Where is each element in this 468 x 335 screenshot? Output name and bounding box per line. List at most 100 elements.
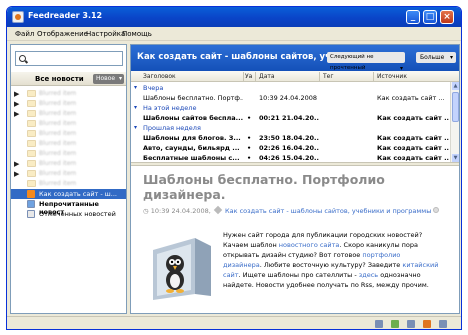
- article-text: . Ищете шаблоны про сателлиты -: [238, 271, 359, 279]
- folder-icon: [27, 150, 36, 157]
- title-bar[interactable]: Feedreader 3.12 _ □ ×: [7, 7, 461, 27]
- article-text: . Любите восточную культуру? Заведите: [259, 261, 403, 269]
- maximize-button[interactable]: □: [423, 10, 437, 24]
- tree-item-label: Blurred item: [39, 170, 77, 177]
- folder-icon: [27, 120, 36, 127]
- tree-item-label: Blurred item: [39, 150, 77, 157]
- group-collapse-icon[interactable]: ▾: [134, 104, 137, 111]
- expand-arrow-icon[interactable]: ▶: [14, 100, 19, 108]
- news-flag: •: [247, 114, 252, 122]
- group-collapse-icon[interactable]: ▾: [134, 84, 137, 91]
- content-panel: Как создать сайт - шаблоны сайтов, уч Сл…: [130, 44, 460, 314]
- tree-item[interactable]: ▶ Blurred item: [11, 109, 126, 119]
- expand-arrow-icon[interactable]: ▶: [14, 90, 19, 98]
- column-separator[interactable]: [373, 72, 374, 81]
- mode-select[interactable]: Новое: [93, 74, 124, 84]
- article-body: Нужен сайт города для публикации городск…: [223, 230, 441, 290]
- next-unread-button[interactable]: Следующий не прочтенный: [327, 52, 405, 74]
- app-icon: [12, 11, 24, 23]
- folder-icon: [27, 110, 36, 117]
- article-time: 10:39 24.04.2008,: [150, 207, 211, 215]
- scroll-up-icon[interactable]: ▲: [452, 82, 459, 90]
- star-icon[interactable]: [433, 207, 439, 213]
- menu-view[interactable]: Отображение: [37, 30, 88, 38]
- window-title: Feedreader 3.12: [28, 11, 103, 20]
- news-date: 02:26 16.04.20...: [259, 144, 319, 152]
- minimize-button[interactable]: _: [406, 10, 420, 24]
- tree-item[interactable]: ▶ Blurred item: [11, 89, 126, 99]
- tree-item[interactable]: Blurred item: [11, 119, 126, 129]
- news-date: 23:50 18.04.20...: [259, 134, 319, 142]
- expand-arrow-icon[interactable]: ▶: [14, 170, 19, 178]
- folder-icon: [27, 140, 36, 147]
- feeds-header: Все новости Новое: [11, 72, 126, 86]
- expand-arrow-icon[interactable]: ▶: [14, 110, 19, 118]
- article-link[interactable]: новостного сайта: [279, 241, 340, 249]
- tree-item-label: Blurred item: [39, 140, 77, 147]
- news-title: Шаблоны сайтов беспла...: [143, 114, 243, 122]
- news-row[interactable]: Авто, саунды, бильярд ... • 02:26 16.04.20…: [131, 144, 449, 153]
- column-separator[interactable]: [243, 72, 244, 81]
- col-flag[interactable]: Уа: [245, 73, 252, 80]
- scroll-down-icon[interactable]: ▼: [452, 154, 459, 162]
- group-collapse-icon[interactable]: ▾: [134, 124, 137, 131]
- tree-item[interactable]: Отмеченных новостей: [11, 209, 126, 219]
- expand-arrow-icon[interactable]: ▶: [14, 160, 19, 168]
- tree-item-label: Blurred item: [39, 160, 77, 167]
- news-date: 00:21 21.04.20...: [259, 114, 319, 122]
- article-meta: ◷ 10:39 24.04.2008, Как создать сайт - ш…: [143, 205, 443, 216]
- tree-item[interactable]: Blurred item: [11, 179, 126, 189]
- online-icon[interactable]: [391, 320, 399, 328]
- tree-item-label: Blurred item: [39, 130, 77, 137]
- tree-item[interactable]: ▶ Blurred item: [11, 169, 126, 179]
- news-source: Как создать сайт ...: [377, 94, 445, 102]
- notify-icon[interactable]: [439, 320, 447, 328]
- search-input[interactable]: [15, 51, 123, 66]
- scroll-thumb[interactable]: [452, 92, 459, 122]
- menu-file[interactable]: Файл: [15, 30, 34, 38]
- col-source[interactable]: Источник: [377, 73, 407, 80]
- list-group-header[interactable]: ▾ Прошлая неделя: [131, 124, 449, 133]
- more-button[interactable]: Больше: [416, 52, 456, 63]
- news-row[interactable]: Бесплатные шаблоны с... • 04:26 15.04.20..…: [131, 154, 449, 162]
- tree-item-label: Blurred item: [39, 110, 77, 117]
- column-separator[interactable]: [255, 72, 256, 81]
- tree-item[interactable]: Blurred item: [11, 129, 126, 139]
- group-label: Прошлая неделя: [143, 124, 201, 132]
- tree-item[interactable]: Непрочитанные новост: [11, 199, 126, 216]
- news-row[interactable]: Шаблоны бесплатно. Портф... 10:39 24.04.2…: [131, 94, 449, 103]
- group-label: На этой неделе: [143, 104, 197, 112]
- tree-item[interactable]: Blurred item: [11, 149, 126, 159]
- menu-help[interactable]: Помощь: [122, 30, 152, 38]
- col-date[interactable]: Дата: [259, 73, 275, 80]
- article-source-link[interactable]: Как создать сайт - шаблоны сайтов, учебн…: [225, 207, 431, 215]
- sync-icon[interactable]: [375, 320, 383, 328]
- article-title: Шаблоны бесплатно. Портфолио дизайнера.: [143, 172, 385, 202]
- col-tag[interactable]: Тег: [323, 73, 334, 80]
- tree-item[interactable]: ▶ Blurred item: [11, 159, 126, 169]
- article-image: [153, 238, 211, 300]
- list-scrollbar[interactable]: ▲ ▼: [450, 82, 459, 162]
- folder-icon: [27, 130, 36, 137]
- news-row[interactable]: Шаблоны для блогов. З... • 23:50 18.04.20.…: [131, 134, 449, 143]
- tree-item[interactable]: Как создать сайт - ш...: [11, 189, 126, 199]
- feed-header: Как создать сайт - шаблоны сайтов, уч Сл…: [131, 45, 459, 74]
- tree-item[interactable]: ▶ Blurred item: [11, 99, 126, 109]
- tree-item[interactable]: Blurred item: [11, 139, 126, 149]
- settings-icon[interactable]: [407, 320, 415, 328]
- list-group-header[interactable]: ▾ Вчера: [131, 84, 449, 93]
- news-row[interactable]: Шаблоны сайтов беспла... • 00:21 21.04.20.…: [131, 114, 449, 123]
- col-title[interactable]: Заголовок: [143, 73, 176, 80]
- menu-settings[interactable]: Настройка: [86, 30, 125, 38]
- news-title: Бесплатные шаблоны с...: [143, 154, 240, 162]
- column-separator[interactable]: [319, 72, 320, 81]
- tree-item-label: Blurred item: [39, 180, 77, 187]
- rss-icon[interactable]: [423, 320, 431, 328]
- column-headers: Заголовок Уа Дата Тег Источник: [131, 71, 459, 82]
- search-icon: [19, 55, 26, 62]
- article-link[interactable]: здесь: [359, 271, 378, 279]
- news-flag: •: [247, 134, 252, 142]
- close-button[interactable]: ×: [440, 10, 454, 24]
- list-group-header[interactable]: ▾ На этой неделе: [131, 104, 449, 113]
- news-source: Как создать сайт ...: [377, 144, 449, 152]
